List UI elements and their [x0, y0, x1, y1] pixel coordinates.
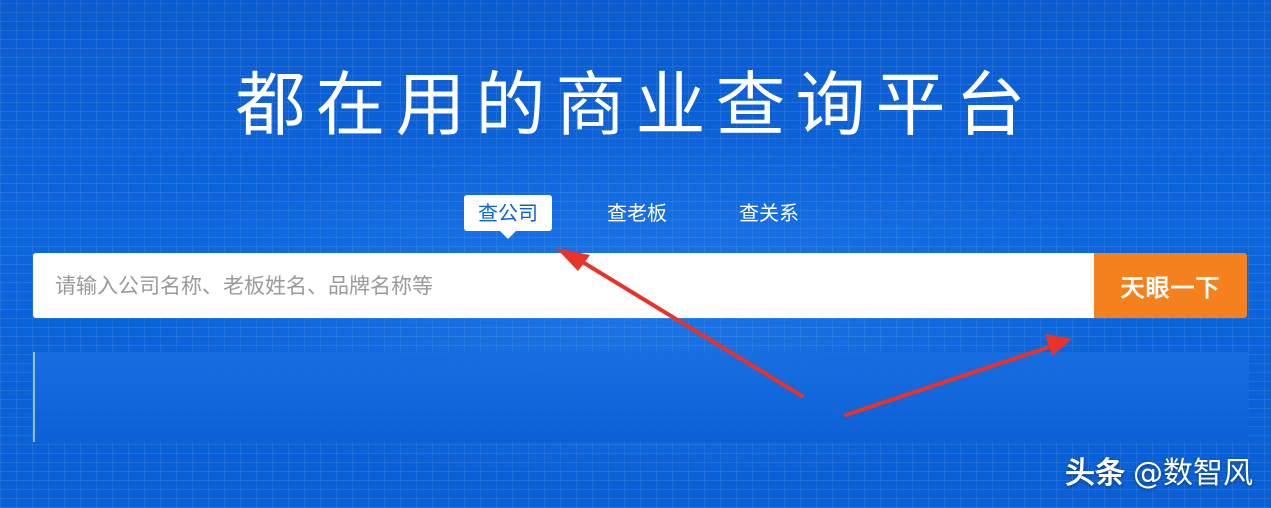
tab-company[interactable]: 查公司	[464, 195, 552, 239]
page-headline: 都在用的商业查询平台	[235, 64, 1036, 146]
search-button[interactable]: 天眼一下	[1094, 253, 1247, 318]
tab-relation[interactable]: 查关系	[739, 195, 799, 231]
search-input[interactable]	[33, 253, 1094, 318]
watermark-handle: @数智风	[1133, 456, 1253, 491]
search-bar: 天眼一下	[33, 253, 1247, 318]
watermark: 头条 @数智风	[1065, 452, 1253, 496]
watermark-brand: 头条	[1065, 456, 1125, 491]
results-panel	[33, 352, 1249, 442]
hero-banner: 都在用的商业查询平台 查公司 查老板 查关系 天眼一下 头条@数智风	[0, 0, 1271, 508]
tab-boss[interactable]: 查老板	[607, 195, 667, 231]
